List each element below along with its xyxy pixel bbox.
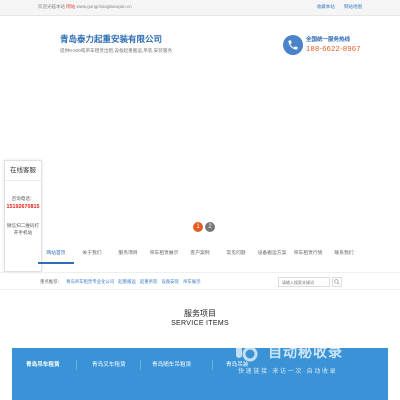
nav-item-crane-display[interactable]: 吊车租赁展示 <box>146 244 182 264</box>
hot-keyword[interactable]: 起重搬运 <box>118 279 136 284</box>
welcome-label: 欢迎光临本站 <box>38 4 65 9</box>
tab-crane-rental[interactable]: 青岛吊车租赁 <box>26 358 60 372</box>
tab-divider <box>76 360 77 370</box>
service-phone-label: 咨询电话： <box>11 196 35 201</box>
phone-icon <box>283 35 303 55</box>
search-icon <box>334 279 340 285</box>
hot-label: 重点推荐： <box>40 279 62 284</box>
section-subtitle: SERVICE ITEMS <box>171 320 229 327</box>
banner-slider <box>0 66 400 240</box>
nav-item-about[interactable]: 关于我们 <box>74 244 110 264</box>
hotline-number: 188-6622-8967 <box>306 44 361 53</box>
welcome-text: 欢迎光临本站 网站 www.gongchangbanqian.cn <box>38 4 132 10</box>
main-nav: 网站首页 关于我们 服务项目 吊车租赁展示 客户案例 常见问题 设备搬运方案 吊… <box>38 244 362 264</box>
hot-keyword[interactable]: 青岛吊车租赁专业化公司 <box>66 279 114 284</box>
nav-item-contact[interactable]: 联系我们 <box>326 244 362 264</box>
hot-keyword[interactable]: 吊车展示 <box>183 279 201 284</box>
service-tabs: 青岛吊车租赁 青岛叉车租赁 青岛随车吊租赁 青岛吊装 <box>12 348 388 400</box>
search-row: 重点推荐： 青岛吊车租赁专业化公司 起重搬运 起重吊装 设备安装 吊车展示 <box>0 272 400 290</box>
section-title: 服务项目 <box>184 309 216 318</box>
nav-item-market[interactable]: 吊车租赁行情 <box>290 244 326 264</box>
hot-keyword[interactable]: 设备安装 <box>161 279 179 284</box>
tab-hoisting[interactable]: 青岛吊装 <box>226 358 248 372</box>
service-phone[interactable]: 15192670815 <box>5 204 41 210</box>
online-service-panel: 在线客服 咨询电话： 15192670815 微信扫二维码打开手机站 <box>4 160 42 272</box>
nav-item-home[interactable]: 网站首页 <box>38 244 74 264</box>
top-bar: 欢迎光临本站 网站 www.gongchangbanqian.cn 收藏本站 网… <box>0 0 400 16</box>
hot-keywords: 重点推荐： 青岛吊车租赁专业化公司 起重搬运 起重吊装 设备安装 吊车展示 <box>40 279 201 285</box>
site-url: www.gongchangbanqian.cn <box>76 4 132 9</box>
service-title: 在线客服 <box>5 161 41 181</box>
tab-forklift-rental[interactable]: 青岛叉车租赁 <box>92 358 126 372</box>
banner-dot-2[interactable]: 2 <box>205 222 215 232</box>
bookmark-link[interactable]: 收藏本站 <box>317 4 335 9</box>
hotline-label: 全国统一服务热线 <box>306 37 351 43</box>
welcome-separator: 网站 <box>66 4 76 9</box>
banner-dot-1[interactable]: 1 <box>193 222 203 232</box>
nav-item-cases[interactable]: 客户案例 <box>182 244 218 264</box>
company-slogan: 提供8-500吨吊车租赁出租,设备起重搬运,吊装,安装服务 <box>60 48 173 53</box>
search-button[interactable] <box>332 277 342 287</box>
nav-item-moving-plan[interactable]: 设备搬运方案 <box>254 244 290 264</box>
top-links: 收藏本站 网站地图 <box>309 4 362 10</box>
tab-truck-crane-rental[interactable]: 青岛随车吊租赁 <box>152 358 191 372</box>
site-header: 青岛泰力起重安装有限公司 提供8-500吨吊车租赁出租,设备起重搬运,吊装,安装… <box>0 16 400 66</box>
tab-divider <box>212 360 213 370</box>
service-wechat-label: 微信扫二维码打开手机站 <box>6 223 40 235</box>
nav-item-faq[interactable]: 常见问题 <box>218 244 254 264</box>
search-input[interactable] <box>278 277 330 287</box>
nav-item-services[interactable]: 服务项目 <box>110 244 146 264</box>
hot-keyword[interactable]: 起重吊装 <box>140 279 158 284</box>
company-name[interactable]: 青岛泰力起重安装有限公司 <box>60 33 162 45</box>
sitemap-link[interactable]: 网站地图 <box>344 4 362 9</box>
banner-pagination: 1 2 <box>193 222 217 232</box>
tab-divider <box>140 360 141 370</box>
